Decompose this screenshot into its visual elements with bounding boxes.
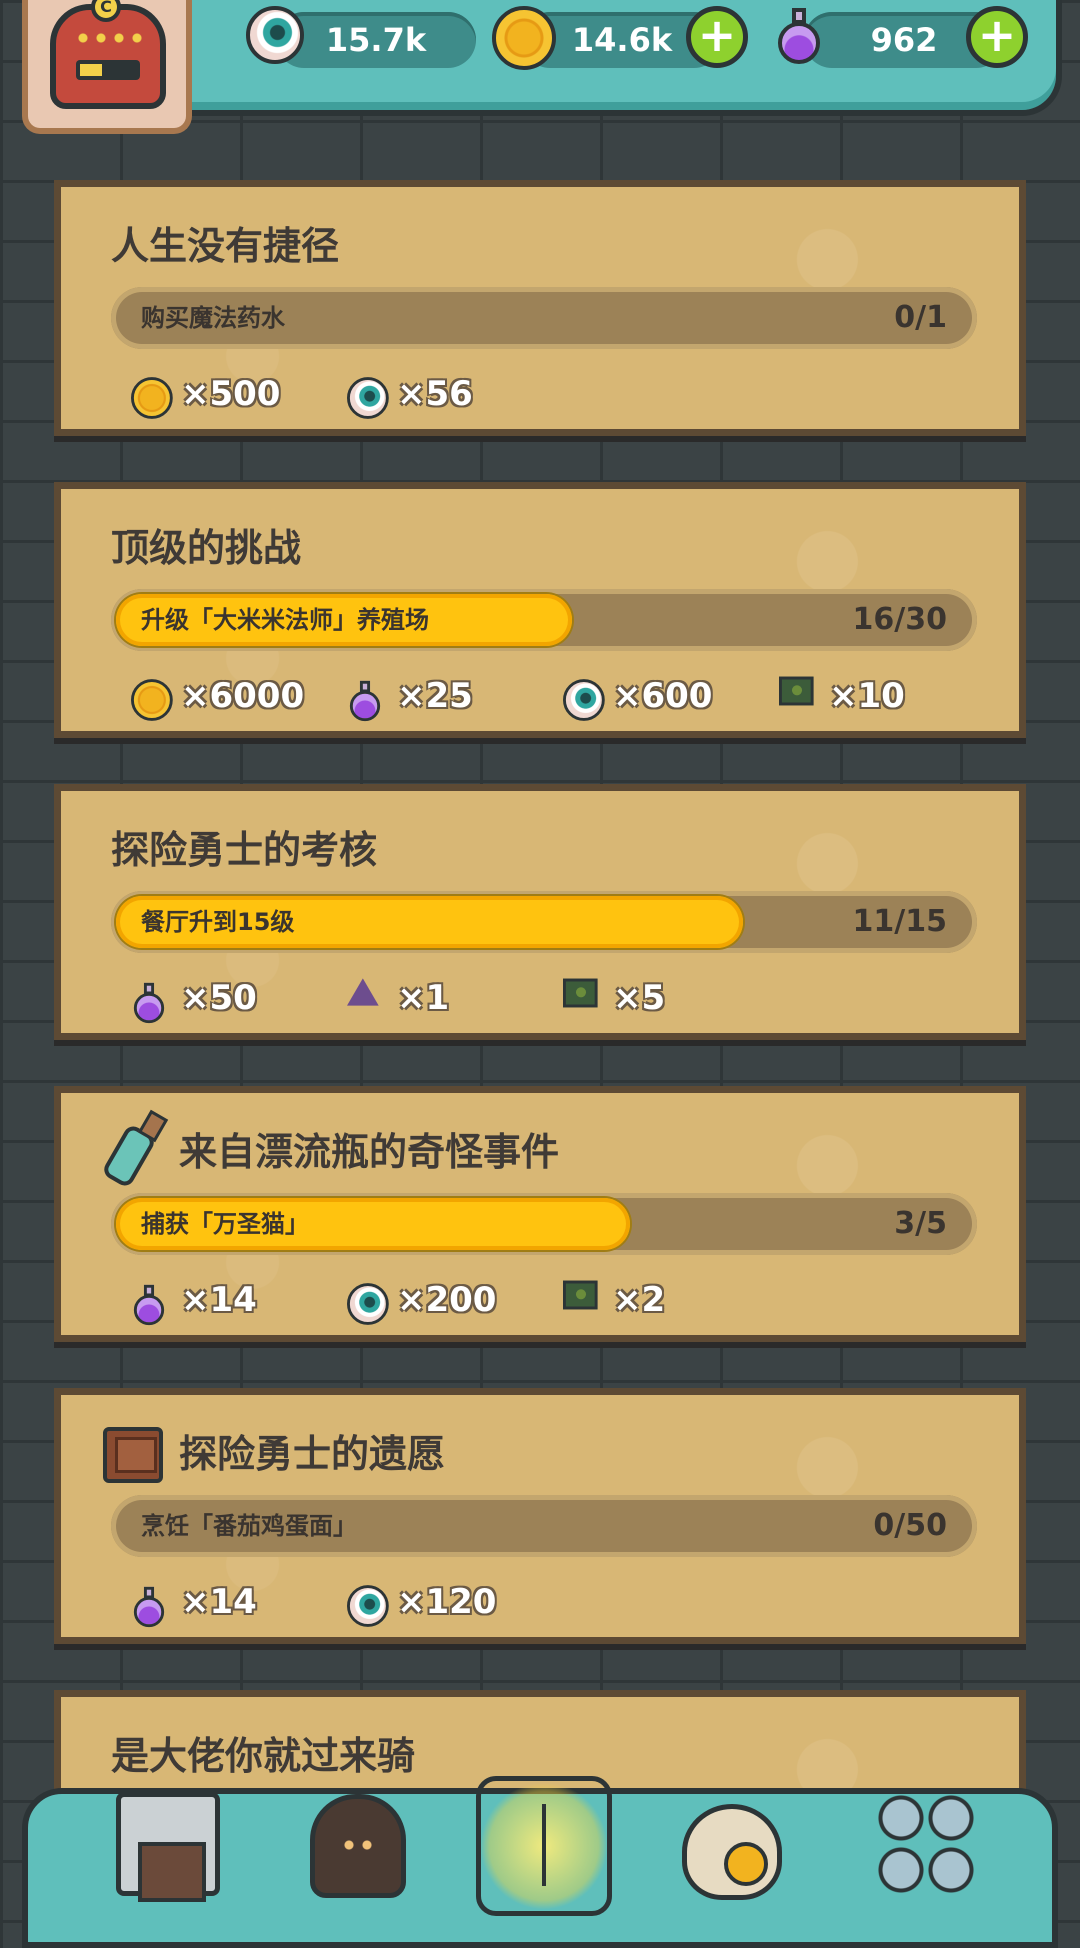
eye-icon: [347, 1275, 397, 1325]
player-avatar[interactable]: C: [22, 0, 192, 134]
quest-title: 探险勇士的考核: [111, 828, 378, 872]
eye-icon: [246, 6, 304, 81]
reward-amount: ×600: [613, 676, 713, 716]
monster-icon[interactable]: [298, 1784, 418, 1914]
coin-icon: [131, 369, 181, 419]
potion-icon: [131, 973, 181, 1024]
quest-progress-bar: 升级「大米米法师」养殖场 16/30: [111, 589, 977, 651]
bottom-nav: [22, 1776, 1058, 1948]
reward-amount: ×14: [181, 1280, 257, 1320]
quest-title: 人生没有捷径: [111, 224, 340, 268]
coin-icon: [131, 671, 181, 721]
quest-card[interactable]: 探险勇士的遗愿烹饪「番茄鸡蛋面」 0/50 ×14 ×120: [54, 1388, 1026, 1644]
resource-bar: 15.7k 14.6k + 962 +: [150, 0, 1062, 116]
map-icon: [779, 671, 829, 721]
reward-amount: ×6000: [181, 676, 305, 716]
quest-progress-count: 11/15: [852, 904, 947, 939]
shop-icon[interactable]: [108, 1784, 228, 1914]
map-icon: [563, 1275, 613, 1325]
quest-title: 来自漂流瓶的奇怪事件: [179, 1130, 560, 1174]
reward-amount: ×50: [181, 978, 257, 1018]
quest-task-label: 购买魔法药水: [141, 304, 285, 332]
bottle-icon: [95, 1113, 167, 1183]
potion-icon: [347, 671, 397, 722]
tri-icon: [347, 973, 397, 1023]
quest-task-label: 捕获「万圣猫」: [141, 1210, 309, 1238]
reward-amount: ×5: [613, 978, 666, 1018]
menu-grid-icon[interactable]: [866, 1784, 986, 1914]
quest-progress-count: 16/30: [852, 602, 947, 637]
quest-title: 顶级的挑战: [111, 526, 302, 570]
quest-task-label: 餐厅升到15级: [141, 908, 295, 936]
reward-amount: ×1: [397, 978, 450, 1018]
reward-amount: ×500: [181, 374, 281, 414]
quest-progress-count: 3/5: [894, 1206, 947, 1241]
quest-task-label: 烹饪「番茄鸡蛋面」: [141, 1512, 357, 1540]
reward-amount: ×120: [397, 1582, 497, 1622]
eye-icon: [563, 671, 613, 721]
map-icon: [563, 973, 613, 1023]
potion-icon: [131, 1275, 181, 1326]
quest-progress-bar: 捕获「万圣猫」 3/5: [111, 1193, 977, 1255]
eye-icon: [347, 1577, 397, 1627]
reward-amount: ×200: [397, 1280, 497, 1320]
quest-card[interactable]: 来自漂流瓶的奇怪事件捕获「万圣猫」 3/5 ×14 ×200 ×2: [54, 1086, 1026, 1342]
coin-icon: [492, 6, 556, 87]
eye-icon: [347, 369, 397, 419]
quest-progress-count: 0/1: [894, 300, 947, 335]
eyeball-counter: 15.7k: [246, 6, 476, 68]
quest-progress-count: 0/50: [873, 1508, 947, 1543]
reward-amount: ×56: [397, 374, 473, 414]
add-potions-button[interactable]: +: [966, 6, 1028, 68]
quest-progress-bar: 购买魔法药水 0/1: [111, 287, 977, 349]
quest-card[interactable]: 顶级的挑战升级「大米米法师」养殖场 16/30 ×6000 ×25 ×600 ×10: [54, 482, 1026, 738]
quest-title: 是大佬你就过来骑: [111, 1734, 416, 1778]
quest-task-label: 升级「大米米法师」养殖场: [141, 606, 429, 634]
quest-progress-bar: 餐厅升到15级 11/15: [111, 891, 977, 953]
quest-title: 探险勇士的遗愿: [179, 1432, 446, 1476]
reward-amount: ×2: [613, 1280, 666, 1320]
add-coins-button[interactable]: +: [686, 6, 748, 68]
quest-book-icon[interactable]: [476, 1776, 612, 1916]
reward-amount: ×25: [397, 676, 473, 716]
potion-icon: [131, 1577, 181, 1628]
quest-card[interactable]: 探险勇士的考核餐厅升到15级 11/15 ×50 ×1 ×5: [54, 784, 1026, 1040]
quest-card[interactable]: 人生没有捷径购买魔法药水 0/1 ×500 ×56: [54, 180, 1026, 436]
bag-icon[interactable]: [672, 1784, 792, 1914]
reward-amount: ×14: [181, 1582, 257, 1622]
reward-amount: ×10: [829, 676, 905, 716]
quest-progress-bar: 烹饪「番茄鸡蛋面」 0/50: [111, 1495, 977, 1557]
book-icon: [95, 1415, 167, 1485]
potion-icon: [774, 6, 824, 83]
